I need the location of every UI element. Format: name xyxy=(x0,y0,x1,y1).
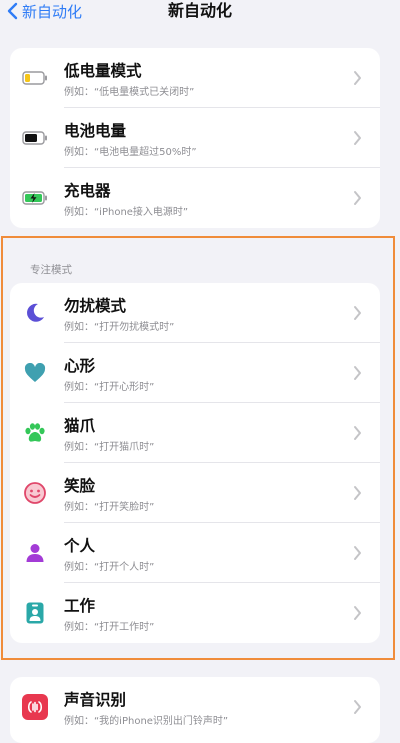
battery-icon xyxy=(22,125,48,151)
list-item-charger[interactable]: 充电器 例如：“iPhone接入电源时” xyxy=(10,168,380,228)
item-title: 电池电量 xyxy=(64,122,127,140)
chevron-right-icon xyxy=(354,606,361,620)
item-subtitle: 例如：“打开猫爪时” xyxy=(64,442,155,453)
item-subtitle: 例如：“iPhone接入电源时” xyxy=(64,207,189,218)
battery-triggers-group: 低电量模式 例如：“低电量模式已关闭时” 电池电量 例如：“电池电量超过50%时… xyxy=(10,48,380,228)
chevron-right-icon xyxy=(354,71,361,85)
chevron-right-icon xyxy=(354,486,361,500)
chevron-right-icon xyxy=(354,700,361,714)
section-header-focus: 专注模式 xyxy=(30,264,72,276)
chevron-right-icon xyxy=(354,306,361,320)
list-item-heart[interactable]: 心形 例如：“打开心形时” xyxy=(10,343,380,403)
item-subtitle: 例如：“低电量模式已关闭时” xyxy=(64,87,195,98)
page-title: 新自动化 xyxy=(167,1,232,20)
item-subtitle: 例如：“打开心形时” xyxy=(64,382,155,393)
heart-icon xyxy=(22,360,48,386)
item-title: 个人 xyxy=(64,537,96,555)
item-title: 勿扰模式 xyxy=(64,297,127,315)
list-item-low-power-mode[interactable]: 低电量模式 例如：“低电量模式已关闭时” xyxy=(10,48,380,108)
list-item-sound-recognition[interactable]: 声音识别 例如：“我的iPhone识别出门铃声时” xyxy=(10,677,380,737)
charging-battery-icon xyxy=(22,185,48,211)
list-item-battery-level[interactable]: 电池电量 例如：“电池电量超过50%时” xyxy=(10,108,380,168)
focus-modes-group: 勿扰模式 例如：“打开勿扰模式时” 心形 例如：“打开心形时” 猫爪 例如：“打… xyxy=(10,283,380,643)
list-item-personal[interactable]: 个人 例如：“打开个人时” xyxy=(10,523,380,583)
item-title: 充电器 xyxy=(64,182,111,200)
badge-icon xyxy=(22,600,48,626)
low-battery-icon xyxy=(22,65,48,91)
navigation-bar: 新自动化 新自动化 xyxy=(0,0,400,30)
item-title: 工作 xyxy=(64,597,96,615)
smiley-icon xyxy=(22,480,48,506)
paw-icon xyxy=(22,420,48,446)
list-item-work[interactable]: 工作 例如：“打开工作时” xyxy=(10,583,380,643)
item-title: 猫爪 xyxy=(64,417,96,435)
moon-icon xyxy=(22,300,48,326)
item-subtitle: 例如：“打开个人时” xyxy=(64,562,155,573)
chevron-right-icon xyxy=(354,426,361,440)
sound-recognition-group: 声音识别 例如：“我的iPhone识别出门铃声时” xyxy=(10,677,380,743)
item-title: 笑脸 xyxy=(64,477,96,495)
list-item-do-not-disturb[interactable]: 勿扰模式 例如：“打开勿扰模式时” xyxy=(10,283,380,343)
sound-recognition-icon xyxy=(22,694,48,720)
chevron-right-icon xyxy=(354,366,361,380)
person-icon xyxy=(22,540,48,566)
item-subtitle: 例如：“打开笑脸时” xyxy=(64,502,155,513)
item-subtitle: 例如：“打开勿扰模式时” xyxy=(64,322,175,333)
item-title: 声音识别 xyxy=(64,691,127,709)
item-subtitle: 例如：“打开工作时” xyxy=(64,622,155,633)
item-title: 心形 xyxy=(64,357,96,375)
item-title: 低电量模式 xyxy=(64,62,142,80)
item-subtitle: 例如：“我的iPhone识别出门铃声时” xyxy=(64,716,229,727)
chevron-right-icon xyxy=(354,191,361,205)
chevron-right-icon xyxy=(354,546,361,560)
list-item-smiley[interactable]: 笑脸 例如：“打开笑脸时” xyxy=(10,463,380,523)
list-item-paw[interactable]: 猫爪 例如：“打开猫爪时” xyxy=(10,403,380,463)
item-subtitle: 例如：“电池电量超过50%时” xyxy=(64,147,197,158)
chevron-right-icon xyxy=(354,131,361,145)
